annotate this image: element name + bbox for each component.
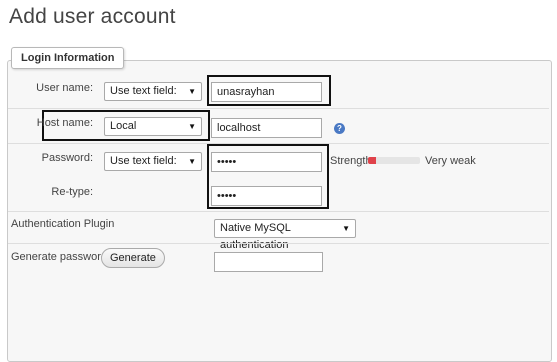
row-divider [8,243,549,244]
login-information-legend: Login Information [11,47,125,69]
dropdown-arrow-icon: ▼ [342,224,350,233]
user-name-input[interactable]: unasrayhan [211,82,322,102]
host-name-mode-select[interactable]: Local ▼ [104,117,202,136]
row-divider [8,108,549,109]
user-name-mode-value: Use text field: [110,85,177,97]
generate-password-label: Generate password: [11,251,111,263]
password-input[interactable]: ••••• [211,152,322,172]
generate-button[interactable]: Generate [101,248,165,268]
retype-label: Re-type: [51,186,93,198]
dropdown-arrow-icon: ▼ [188,87,196,96]
strength-meter-fill [368,157,376,164]
password-mode-value: Use text field: [110,155,177,167]
retype-input[interactable]: ••••• [211,186,322,206]
password-label: Password: [41,152,93,164]
auth-plugin-select[interactable]: Native MySQL authentication ▼ [214,219,356,251]
help-icon[interactable]: ? [334,123,345,134]
auth-plugin-label: Authentication Plugin [11,218,115,230]
host-name-label: Host name: [36,117,93,129]
host-name-mode-value: Local [110,120,137,132]
row-divider [8,211,549,212]
dropdown-arrow-icon: ▼ [188,122,196,131]
strength-value: Very weak [425,155,476,167]
page-title: Add user account [9,5,176,28]
dropdown-arrow-icon: ▼ [188,157,196,166]
password-mode-select[interactable]: Use text field: ▼ [104,152,202,171]
strength-meter [368,157,420,164]
user-name-label: User name: [36,82,93,94]
user-name-mode-select[interactable]: Use text field: ▼ [104,82,202,101]
host-name-input[interactable]: localhost [211,118,322,138]
auth-plugin-value: Native MySQL authentication [220,222,291,251]
generated-password-input[interactable] [214,252,323,272]
